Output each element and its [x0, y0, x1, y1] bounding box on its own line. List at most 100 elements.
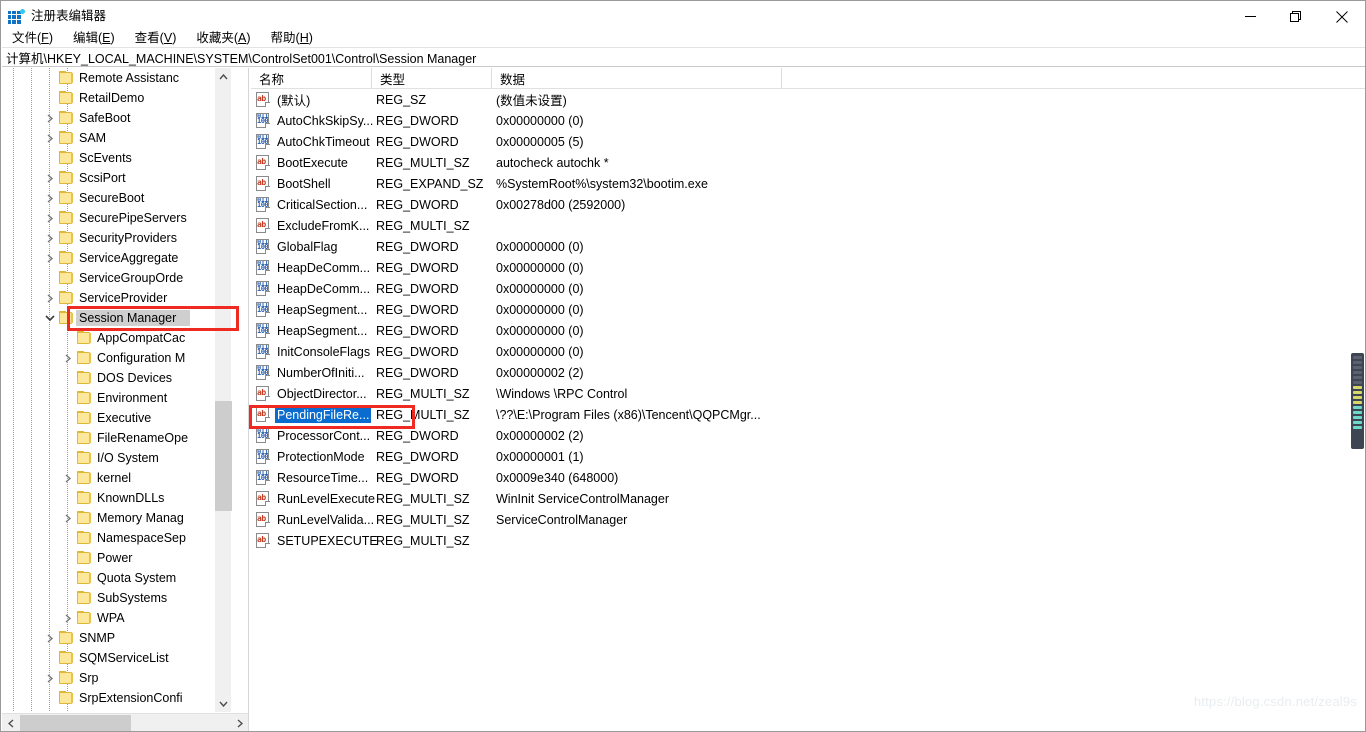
tree-node[interactable]: ServiceGroupOrde — [2, 268, 231, 288]
tree-node[interactable]: SecureBoot — [2, 188, 231, 208]
menu-favorites[interactable]: 收藏夹(A) — [192, 25, 260, 48]
value-row[interactable]: 011 100 HeapDeComm... REG_DWORD 0x00000000 (… — [251, 278, 1365, 299]
tree-node[interactable]: SQMServiceList — [2, 648, 231, 668]
value-name-cell: ab BootExecute — [251, 155, 372, 171]
scroll-indicator-tick — [1353, 426, 1362, 429]
value-row[interactable]: ab BootExecute REG_MULTI_SZ autocheck autoc… — [251, 152, 1365, 173]
tree-scrollbar-thumb[interactable] — [215, 401, 232, 511]
chevron-right-icon[interactable] — [42, 128, 58, 148]
tree-node-label: Srp — [79, 671, 99, 685]
tree-horizontal-scrollbar[interactable] — [2, 713, 248, 731]
value-row[interactable]: 011 100 CriticalSection... REG_DWORD 0x00278… — [251, 194, 1365, 215]
chevron-right-icon[interactable] — [42, 188, 58, 208]
column-header[interactable]: 数据 — [492, 68, 782, 89]
value-name-cell: ab RunLevelExecute — [251, 491, 375, 507]
tree-node[interactable]: Session Manager — [2, 308, 231, 328]
folder-icon — [76, 331, 92, 345]
tree-hscrollbar-thumb[interactable] — [20, 715, 131, 731]
value-row[interactable]: 011 100 ResourceTime... REG_DWORD 0x0009e340… — [251, 467, 1365, 488]
tree-node[interactable]: Remote Assistanc — [2, 68, 231, 88]
tree-node[interactable]: SafeBoot — [2, 108, 231, 128]
chevron-right-icon[interactable] — [42, 208, 58, 228]
chevron-right-icon[interactable] — [42, 168, 58, 188]
value-data: 0x00278d00 (2592000) — [496, 197, 626, 212]
column-header[interactable]: 类型 — [372, 68, 492, 89]
value-row[interactable]: 011 100 NumberOfIniti... REG_DWORD 0x0000000… — [251, 362, 1365, 383]
tree-vertical-scrollbar[interactable] — [214, 68, 232, 712]
tree-node[interactable]: SubSystems — [2, 588, 231, 608]
tree-node[interactable]: SAM — [2, 128, 231, 148]
tree-node[interactable]: ScsiPort — [2, 168, 231, 188]
menu-edit[interactable]: 编辑(E) — [69, 25, 125, 48]
value-type: REG_MULTI_SZ — [376, 491, 470, 506]
value-row[interactable]: 011 100 ProcessorCont... REG_DWORD 0x0000000… — [251, 425, 1365, 446]
tree-node[interactable]: AppCompatCac — [2, 328, 231, 348]
folder-icon — [58, 631, 74, 645]
value-row[interactable]: 011 100 AutoChkTimeout REG_DWORD 0x00000005 … — [251, 131, 1365, 152]
value-row[interactable]: ab SETUPEXECUTE REG_MULTI_SZ — [251, 530, 1365, 551]
value-name-cell: 011 100 CriticalSection... — [251, 197, 372, 213]
chevron-right-icon[interactable] — [60, 468, 76, 488]
tree-node[interactable]: Quota System — [2, 568, 231, 588]
tree-node[interactable]: kernel — [2, 468, 231, 488]
tree-node[interactable]: SecurePipeServers — [2, 208, 231, 228]
value-row[interactable]: 011 100 GlobalFlag REG_DWORD 0x00000000 (0) — [251, 236, 1365, 257]
value-row[interactable]: ab RunLevelValida... REG_MULTI_SZ ServiceCo… — [251, 509, 1365, 530]
folder-icon — [58, 171, 74, 185]
tree-node[interactable]: DOS Devices — [2, 368, 231, 388]
value-row[interactable]: ab RunLevelExecute REG_MULTI_SZ WinInit Ser… — [251, 488, 1365, 509]
chevron-right-icon[interactable] — [231, 714, 248, 731]
value-row[interactable]: ab ExcludeFromK... REG_MULTI_SZ — [251, 215, 1365, 236]
tree-node[interactable]: Configuration M — [2, 348, 231, 368]
tree-node[interactable]: ServiceAggregate — [2, 248, 231, 268]
chevron-right-icon[interactable] — [42, 288, 58, 308]
chevron-right-icon[interactable] — [42, 628, 58, 648]
value-row[interactable]: 011 100 AutoChkSkipSy... REG_DWORD 0x0000000… — [251, 110, 1365, 131]
tree-node[interactable]: RetailDemo — [2, 88, 231, 108]
tree-node[interactable]: Memory Manag — [2, 508, 231, 528]
column-header[interactable]: 名称 — [251, 68, 372, 89]
tree-node[interactable]: SecurityProviders — [2, 228, 231, 248]
tree-node[interactable]: SNMP — [2, 628, 231, 648]
address-bar[interactable]: 计算机\HKEY_LOCAL_MACHINE\SYSTEM\ControlSet… — [2, 47, 1365, 67]
menu-file[interactable]: 文件(F) — [8, 25, 63, 48]
tree-node[interactable]: SrpExtensionConfi — [2, 688, 231, 708]
tree-node[interactable]: FileRenameOpe — [2, 428, 231, 448]
dword-value-icon: 011 100 — [255, 365, 271, 380]
chevron-right-icon[interactable] — [60, 508, 76, 528]
chevron-down-icon[interactable] — [215, 695, 232, 712]
chevron-right-icon[interactable] — [42, 668, 58, 688]
tree-node[interactable]: Srp — [2, 668, 231, 688]
value-row[interactable]: ab BootShell REG_EXPAND_SZ %SystemRoot%\sys… — [251, 173, 1365, 194]
value-row[interactable]: 011 100 ProtectionMode REG_DWORD 0x00000001 … — [251, 446, 1365, 467]
value-row[interactable]: 011 100 HeapSegment... REG_DWORD 0x00000000 … — [251, 320, 1365, 341]
tree-node[interactable]: Executive — [2, 408, 231, 428]
registry-tree[interactable]: Remote Assistanc RetailDemo SafeBoot SAM ScE… — [2, 68, 231, 712]
menu-help[interactable]: 帮助(H) — [267, 25, 323, 48]
tree-node[interactable]: WPA — [2, 608, 231, 628]
value-row[interactable]: ab ObjectDirector... REG_MULTI_SZ \Windows … — [251, 383, 1365, 404]
menu-view[interactable]: 查看(V) — [131, 25, 187, 48]
tree-node[interactable]: I/O System — [2, 448, 231, 468]
value-row[interactable]: ab (默认) REG_SZ (数值未设置) — [251, 89, 1365, 110]
chevron-right-icon[interactable] — [42, 248, 58, 268]
tree-node[interactable]: Environment — [2, 388, 231, 408]
value-row[interactable]: ab PendingFileRe... REG_MULTI_SZ \??\E:\Pro… — [251, 404, 1365, 425]
values-list[interactable]: ab (默认) REG_SZ (数值未设置) 011 100 AutoChkSkipSy..… — [251, 89, 1365, 551]
value-row[interactable]: 011 100 HeapDeComm... REG_DWORD 0x00000000 (… — [251, 257, 1365, 278]
chevron-left-icon[interactable] — [2, 714, 19, 731]
tree-node[interactable]: NamespaceSep — [2, 528, 231, 548]
tree-node[interactable]: KnownDLLs — [2, 488, 231, 508]
tree-node[interactable]: ScEvents — [2, 148, 231, 168]
chevron-right-icon[interactable] — [60, 608, 76, 628]
value-row[interactable]: 011 100 HeapSegment... REG_DWORD 0x00000000 … — [251, 299, 1365, 320]
chevron-right-icon[interactable] — [60, 348, 76, 368]
chevron-down-icon[interactable] — [42, 308, 58, 328]
address-path: 计算机\HKEY_LOCAL_MACHINE\SYSTEM\ControlSet… — [6, 51, 477, 66]
tree-node[interactable]: Power — [2, 548, 231, 568]
chevron-right-icon[interactable] — [42, 228, 58, 248]
chevron-right-icon[interactable] — [42, 108, 58, 128]
chevron-up-icon[interactable] — [215, 68, 232, 85]
tree-node[interactable]: ServiceProvider — [2, 288, 231, 308]
value-row[interactable]: 011 100 InitConsoleFlags REG_DWORD 0x0000000… — [251, 341, 1365, 362]
